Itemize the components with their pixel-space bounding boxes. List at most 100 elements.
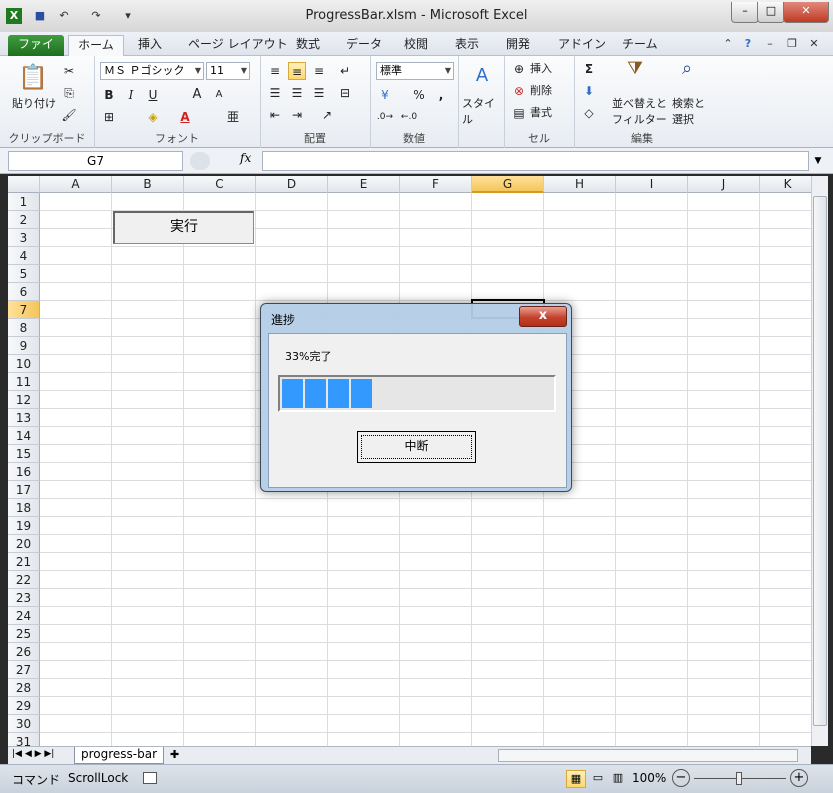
column-header-j[interactable]: J: [688, 176, 760, 193]
delete-cells-icon[interactable]: ⊗: [510, 82, 528, 100]
row-header-30[interactable]: 30: [8, 715, 40, 733]
tab-developer[interactable]: 開発: [498, 35, 538, 56]
zoom-in-button[interactable]: +: [790, 769, 808, 787]
align-top-icon[interactable]: ≡: [266, 62, 284, 80]
styles-button[interactable]: スタイル: [462, 96, 504, 128]
tab-file[interactable]: ファイル: [8, 35, 64, 70]
italic-button[interactable]: I: [122, 86, 140, 104]
tab-page-layout[interactable]: ページ レイアウト: [180, 35, 296, 56]
row-header-1[interactable]: 1: [8, 193, 40, 211]
doc-minimize-icon[interactable]: –: [762, 36, 778, 52]
row-header-13[interactable]: 13: [8, 409, 40, 427]
tab-data[interactable]: データ: [338, 35, 390, 56]
row-header-5[interactable]: 5: [8, 265, 40, 283]
grow-font-button[interactable]: A: [188, 86, 206, 104]
doc-restore-icon[interactable]: ❐: [784, 36, 800, 52]
row-header-6[interactable]: 6: [8, 283, 40, 301]
align-middle-icon[interactable]: ≡: [288, 62, 306, 80]
orientation-icon[interactable]: ↗: [318, 106, 336, 124]
row-header-28[interactable]: 28: [8, 679, 40, 697]
column-header-g[interactable]: G: [472, 176, 544, 193]
font-name-combo[interactable]: ＭＳ Ｐゴシック ▼: [100, 62, 204, 80]
row-header-24[interactable]: 24: [8, 607, 40, 625]
find-select-label-1[interactable]: 検索と: [672, 96, 705, 112]
insert-function-button[interactable]: fx: [240, 151, 251, 165]
column-header-h[interactable]: H: [544, 176, 616, 193]
tab-formulas[interactable]: 数式: [288, 35, 328, 56]
column-header-c[interactable]: C: [184, 176, 256, 193]
row-header-29[interactable]: 29: [8, 697, 40, 715]
row-header-7[interactable]: 7: [8, 301, 40, 319]
zoom-slider-thumb[interactable]: [736, 772, 742, 785]
bold-button[interactable]: B: [100, 86, 118, 104]
row-header-20[interactable]: 20: [8, 535, 40, 553]
row-header-12[interactable]: 12: [8, 391, 40, 409]
row-header-23[interactable]: 23: [8, 589, 40, 607]
row-header-14[interactable]: 14: [8, 427, 40, 445]
column-header-e[interactable]: E: [328, 176, 400, 193]
format-painter-icon[interactable]: 🖌: [60, 106, 78, 124]
select-all-corner[interactable]: [8, 176, 40, 193]
align-center-icon[interactable]: ☰: [288, 84, 306, 102]
page-layout-view-icon[interactable]: ▭: [588, 770, 608, 788]
sheet-nav-arrows[interactable]: |◀ ◀ ▶ ▶|: [12, 749, 54, 759]
vertical-scrollbar[interactable]: [811, 176, 828, 746]
tab-insert[interactable]: 挿入: [130, 35, 170, 56]
row-header-26[interactable]: 26: [8, 643, 40, 661]
row-header-8[interactable]: 8: [8, 319, 40, 337]
decrease-decimal-icon[interactable]: ←.0: [400, 108, 418, 126]
cancel-button[interactable]: 中断: [357, 431, 476, 463]
insert-cells-button[interactable]: 挿入: [530, 61, 552, 77]
column-header-d[interactable]: D: [256, 176, 328, 193]
row-header-3[interactable]: 3: [8, 229, 40, 247]
new-sheet-icon[interactable]: ✚: [170, 748, 179, 761]
doc-close-icon[interactable]: ✕: [806, 36, 822, 52]
shrink-font-button[interactable]: A: [210, 86, 228, 104]
row-header-31[interactable]: 31: [8, 733, 40, 746]
styles-icon[interactable]: A: [470, 62, 494, 90]
row-header-18[interactable]: 18: [8, 499, 40, 517]
wrap-text-icon[interactable]: ↵: [336, 62, 354, 80]
borders-icon[interactable]: ⊞: [100, 108, 118, 126]
row-header-25[interactable]: 25: [8, 625, 40, 643]
tab-team[interactable]: チーム: [614, 35, 666, 56]
ribbon-collapse-icon[interactable]: ⌃: [720, 36, 736, 52]
close-window-button[interactable]: ✕: [783, 2, 829, 23]
row-header-22[interactable]: 22: [8, 571, 40, 589]
comma-button[interactable]: ,: [432, 86, 450, 104]
sheet-tab-progress-bar[interactable]: progress-bar: [74, 747, 164, 764]
zoom-level[interactable]: 100%: [632, 771, 666, 785]
phonetic-icon[interactable]: 亜: [224, 108, 242, 126]
format-cells-button[interactable]: 書式: [530, 105, 552, 121]
autosum-button[interactable]: Σ: [580, 60, 598, 78]
font-size-combo[interactable]: 11 ▼: [206, 62, 250, 80]
zoom-out-button[interactable]: −: [672, 769, 690, 787]
vertical-scroll-thumb[interactable]: [813, 196, 827, 726]
clear-icon[interactable]: ◇: [580, 104, 598, 122]
number-format-combo[interactable]: 標準 ▼: [376, 62, 454, 80]
font-color-button[interactable]: A: [176, 108, 194, 126]
align-left-icon[interactable]: ☰: [266, 84, 284, 102]
row-header-11[interactable]: 11: [8, 373, 40, 391]
find-select-icon[interactable]: ⌕: [674, 60, 700, 88]
formula-input[interactable]: [262, 151, 809, 171]
column-header-f[interactable]: F: [400, 176, 472, 193]
row-header-21[interactable]: 21: [8, 553, 40, 571]
copy-icon[interactable]: ⎘: [60, 84, 78, 102]
column-header-i[interactable]: I: [616, 176, 688, 193]
cut-icon[interactable]: ✂: [60, 62, 78, 80]
underline-button[interactable]: U: [144, 86, 162, 104]
increase-indent-icon[interactable]: ⇥: [288, 106, 306, 124]
paste-icon[interactable]: 📋: [18, 62, 48, 92]
row-header-27[interactable]: 27: [8, 661, 40, 679]
align-bottom-icon[interactable]: ≡: [310, 62, 328, 80]
insert-cells-icon[interactable]: ⊕: [510, 60, 528, 78]
row-header-9[interactable]: 9: [8, 337, 40, 355]
row-header-19[interactable]: 19: [8, 517, 40, 535]
increase-decimal-icon[interactable]: .0→: [376, 108, 394, 126]
page-break-view-icon[interactable]: ▥: [608, 770, 628, 788]
row-header-17[interactable]: 17: [8, 481, 40, 499]
dialog-close-button[interactable]: x: [519, 306, 567, 327]
format-cells-icon[interactable]: ▤: [510, 104, 528, 122]
horizontal-scrollbar[interactable]: [498, 749, 798, 762]
